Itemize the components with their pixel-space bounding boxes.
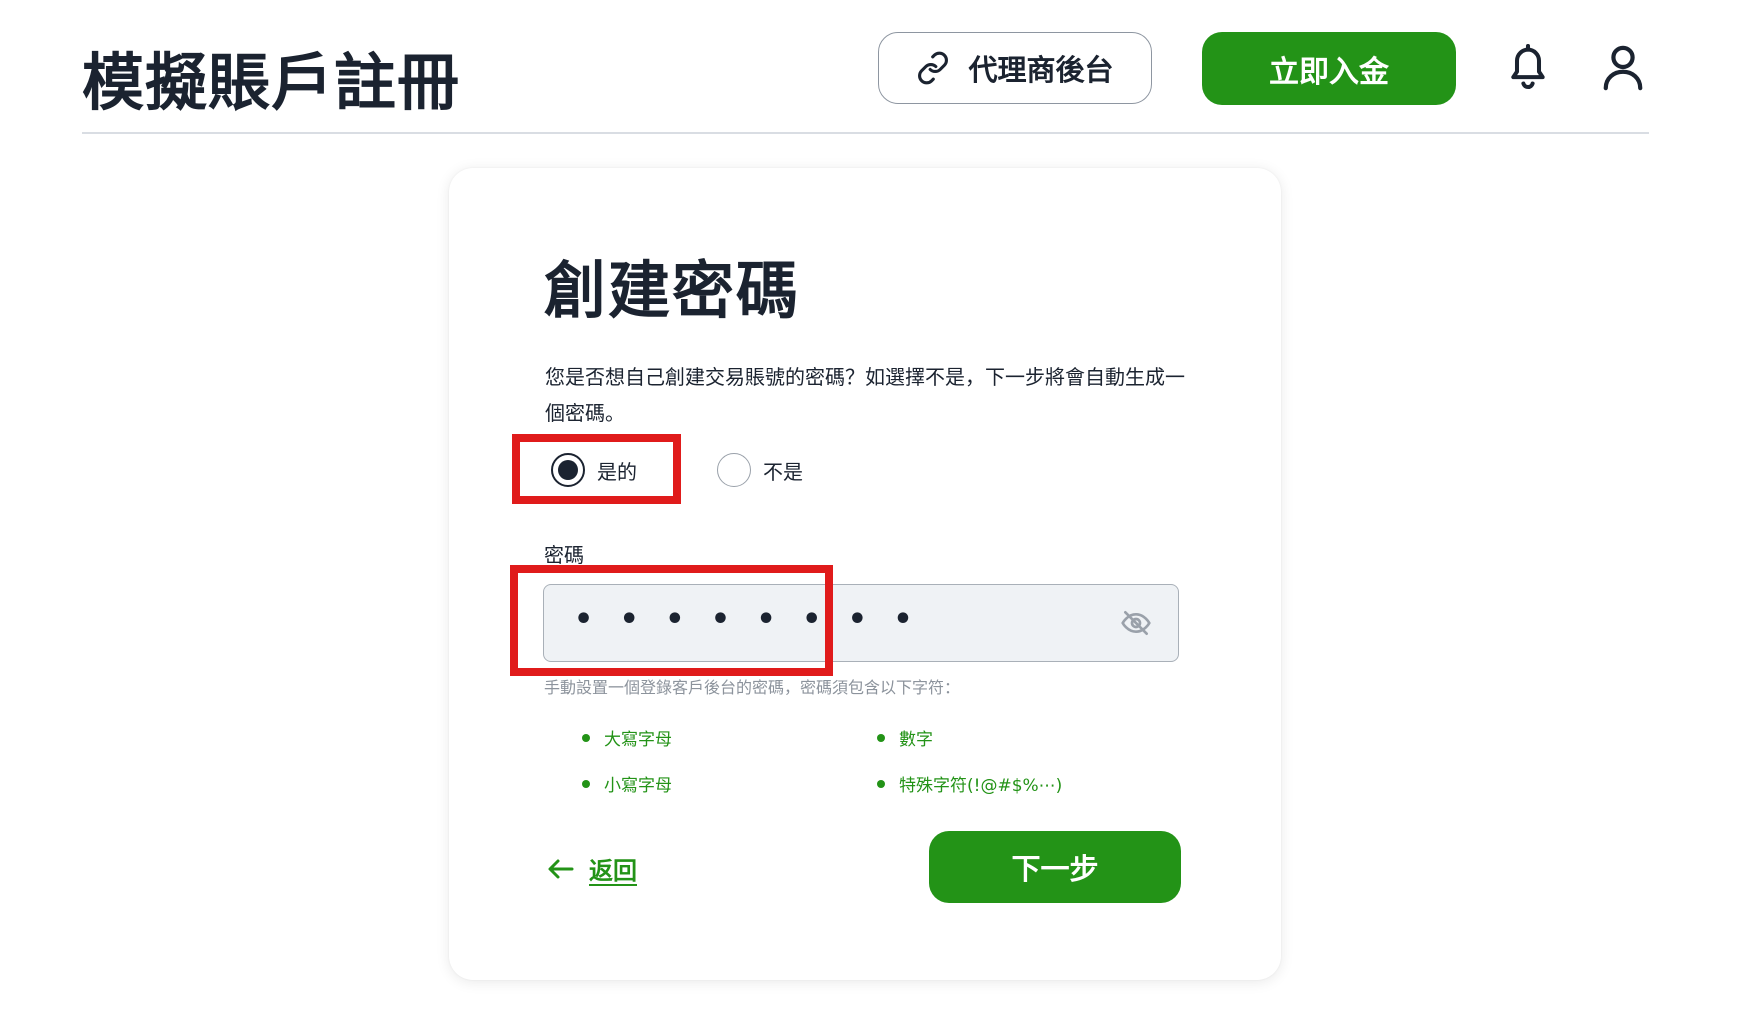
requirement-label: 小寫字母	[604, 776, 672, 796]
highlight-box-password	[510, 565, 833, 676]
radio-label-no: 不是	[763, 459, 803, 484]
bullet-icon	[877, 733, 885, 742]
app-title: 模擬賬戶註冊	[82, 46, 461, 119]
link-icon	[918, 51, 949, 85]
requirement-label: 特殊字符(!@#$%⋯)	[899, 776, 1063, 796]
bullet-icon	[582, 779, 590, 788]
radio-button-unchecked[interactable]	[717, 453, 751, 487]
bullet-icon	[582, 733, 590, 742]
bullet-icon	[877, 779, 885, 788]
requirement-lowercase: 小寫字母	[582, 771, 672, 796]
user-icon[interactable]	[1600, 43, 1646, 91]
password-hint: 手動設置一個登錄客戶後台的密碼，密碼須包含以下字符：	[544, 678, 961, 697]
requirement-label: 數字	[899, 730, 933, 750]
requirement-number: 數字	[877, 725, 933, 750]
next-step-button[interactable]: 下一步	[929, 831, 1181, 903]
arrow-left-icon	[548, 859, 574, 878]
deposit-button[interactable]: 立即入金	[1202, 32, 1456, 105]
requirement-label: 大寫字母	[604, 730, 672, 750]
highlight-box-radio	[512, 434, 681, 504]
back-label: 返回	[589, 857, 637, 885]
top-header: 模擬賬戶註冊 代理商後台 立即入金	[82, 0, 1649, 134]
bell-icon[interactable]	[1506, 44, 1550, 92]
eye-off-icon[interactable]	[1120, 607, 1152, 639]
agent-portal-label: 代理商後台	[968, 53, 1114, 87]
requirement-uppercase: 大寫字母	[582, 725, 672, 750]
agent-portal-button[interactable]: 代理商後台	[878, 32, 1152, 104]
radio-option-no[interactable]: 不是	[717, 450, 803, 490]
card-title: 創建密碼	[544, 254, 801, 327]
password-question: 您是否想自己創建交易賬號的密碼？如選擇不是，下一步將會自動生成一個密碼。	[545, 365, 1185, 425]
password-label: 密碼	[544, 543, 584, 567]
requirement-special: 特殊字符(!@#$%⋯)	[877, 771, 1062, 796]
back-link[interactable]: 返回	[547, 851, 637, 886]
